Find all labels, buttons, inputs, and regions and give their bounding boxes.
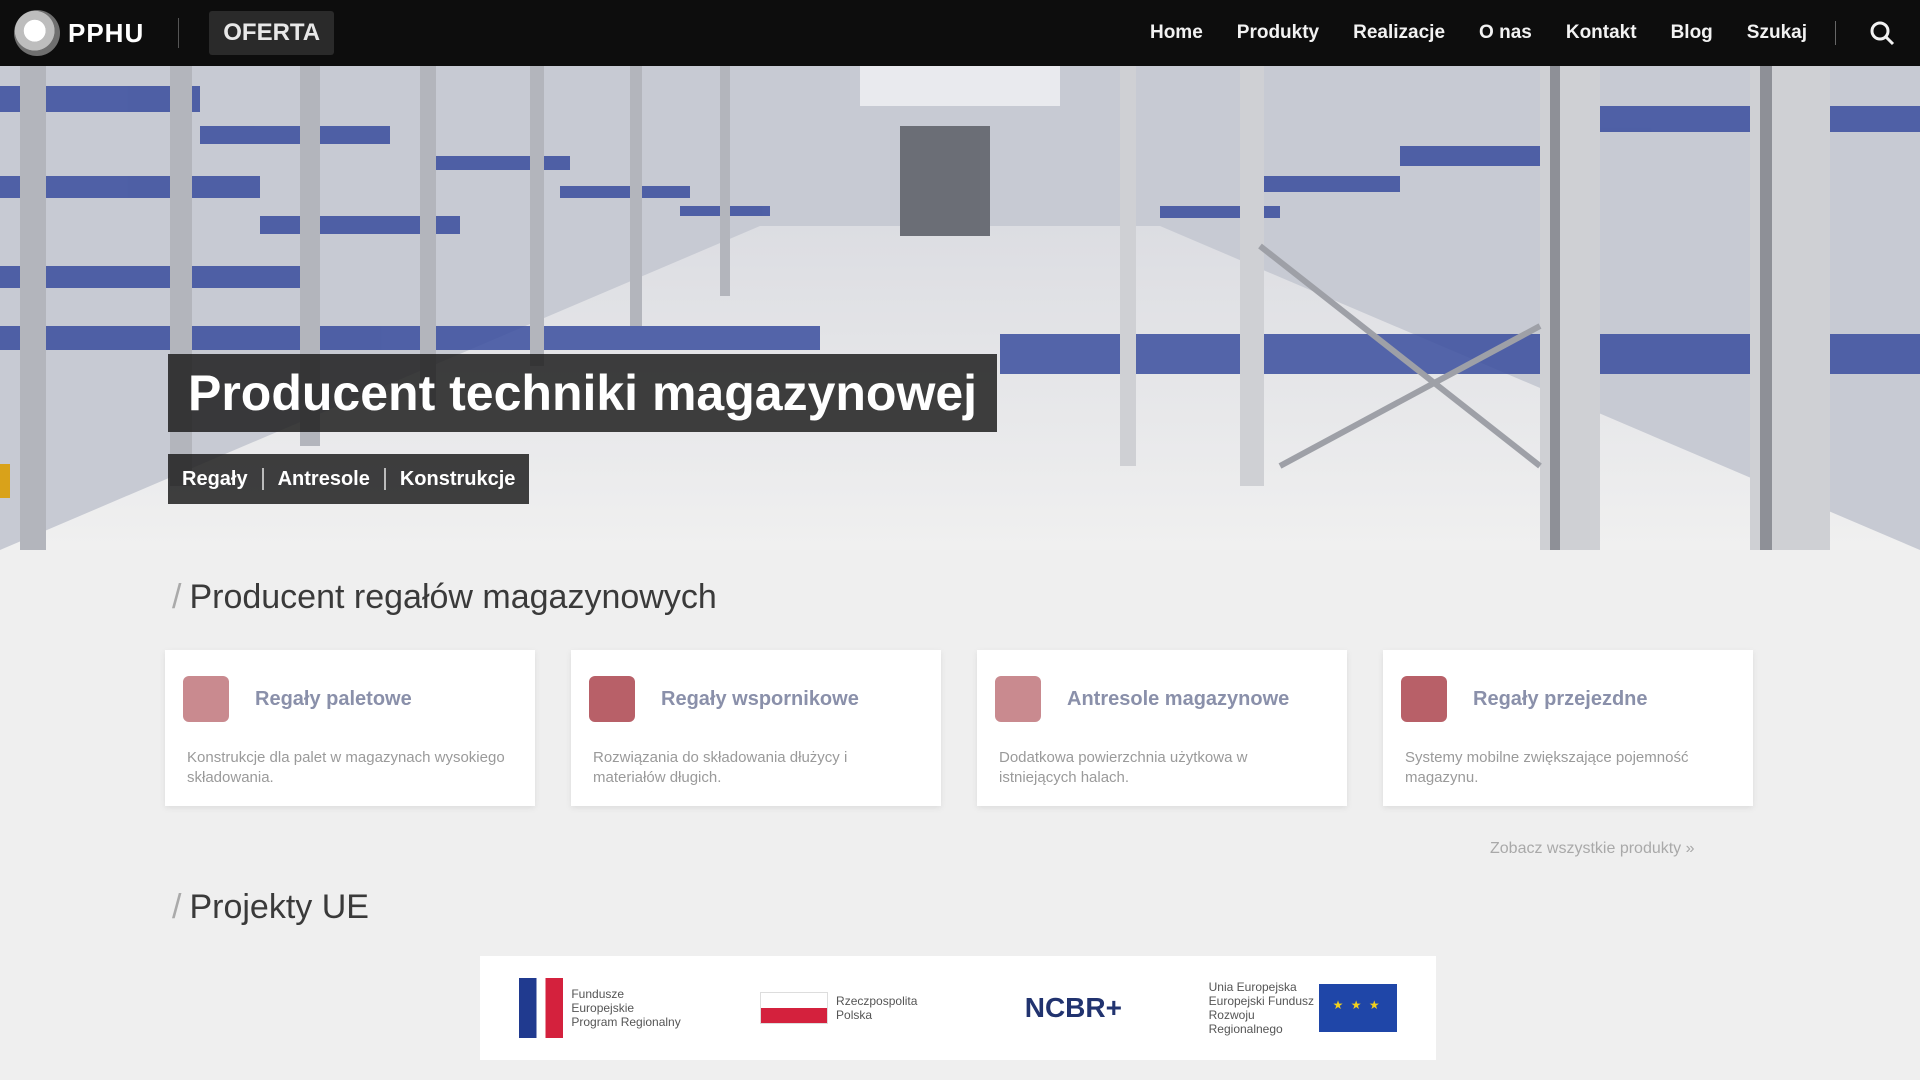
hero-tags: Regały Antresole Konstrukcje xyxy=(168,454,530,504)
section-title-prefix: / xyxy=(172,578,182,616)
hero-title: Producent techniki magazynowej xyxy=(168,354,998,432)
product-cards: Regały paletowe Konstrukcje dla palet w … xyxy=(165,650,1753,806)
hero-tag-divider xyxy=(261,468,264,490)
eu-logo-caption: Unia Europejska Europejski Fundusz Rozwo… xyxy=(1208,980,1315,1036)
product-card-title[interactable]: Regały wspornikowe xyxy=(661,688,859,711)
product-card-description: Dodatkowa powierzchnia użytkowa w istnie… xyxy=(999,749,1248,786)
section-title-prefix: / xyxy=(172,888,182,926)
product-card-description: Konstrukcje dla palet w magazynach wysok… xyxy=(187,749,505,786)
hero-tag[interactable]: Regały xyxy=(182,468,248,491)
european-funds-icon xyxy=(519,978,564,1038)
product-card[interactable]: Antresole magazynowe Dodatkowa powierzch… xyxy=(977,650,1347,806)
nav-item-products[interactable]: Produkty xyxy=(1237,22,1319,44)
pallet-rack-icon xyxy=(183,676,229,722)
nav-item-home[interactable]: Home xyxy=(1150,22,1203,44)
product-card-description: Rozwiązania do składowania dłużycy i mat… xyxy=(593,749,848,786)
polish-flag-icon xyxy=(760,992,829,1024)
logo-mark-icon xyxy=(14,10,60,56)
brand-divider xyxy=(178,18,180,48)
eu-logo-caption: Rzeczpospolita Polska xyxy=(836,994,918,1022)
mobile-rack-icon xyxy=(1401,676,1447,722)
nav-item-blog[interactable]: Blog xyxy=(1671,22,1713,44)
nav-item-contact[interactable]: Kontakt xyxy=(1566,22,1637,44)
eu-funding-logos: Fundusze Europejskie Program Regionalny … xyxy=(480,956,1436,1060)
products-section-title-text: Producent regałów magazynowych xyxy=(189,578,717,616)
eu-logo-ncbr[interactable]: NCBR+ xyxy=(1025,992,1122,1024)
nav-item-about[interactable]: O nas xyxy=(1479,22,1532,44)
product-card[interactable]: Regały paletowe Konstrukcje dla palet w … xyxy=(165,650,535,806)
eu-logo-union[interactable]: Unia Europejska Europejski Fundusz Rozwo… xyxy=(1201,980,1397,1036)
brand[interactable]: PPHU xyxy=(14,10,144,56)
nav-divider xyxy=(1835,21,1836,45)
products-section-title: / Producent regałów magazynowych xyxy=(172,578,717,617)
product-card[interactable]: Regały przejezdne Systemy mobilne zwięks… xyxy=(1383,650,1753,806)
product-card[interactable]: Regały wspornikowe Rozwiązania do składo… xyxy=(571,650,941,806)
eu-logo-fundusze[interactable]: Fundusze Europejskie Program Regionalny xyxy=(519,978,681,1038)
logo-text: PPHU xyxy=(68,17,145,48)
eu-section-title-text: Projekty UE xyxy=(189,888,369,926)
eu-logo-caption: Fundusze Europejskie Program Regionalny xyxy=(571,987,681,1029)
product-card-title[interactable]: Antresole magazynowe xyxy=(1067,688,1289,711)
nav-item-search[interactable]: Szukaj xyxy=(1747,22,1807,44)
eu-flag-icon xyxy=(1318,984,1397,1032)
top-navigation-bar: PPHU OFERTA Home Produkty Realizacje O n… xyxy=(0,0,1920,66)
hero-banner: Producent techniki magazynowej Regały An… xyxy=(0,66,1920,550)
cantilever-rack-icon xyxy=(589,676,635,722)
product-card-title[interactable]: Regały przejezdne xyxy=(1473,688,1648,711)
eu-section-title: / Projekty UE xyxy=(172,888,369,927)
nav-item-projects[interactable]: Realizacje xyxy=(1353,22,1445,44)
eu-logo-poland[interactable]: Rzeczpospolita Polska xyxy=(760,992,946,1024)
product-card-description: Systemy mobilne zwiększające pojemność m… xyxy=(1405,749,1689,786)
all-products-link[interactable]: Zobacz wszystkie produkty » xyxy=(1490,840,1695,858)
hero-tag[interactable]: Antresole xyxy=(278,468,370,491)
search-icon[interactable] xyxy=(1862,13,1902,53)
hero-accent-marker xyxy=(0,464,10,498)
mezzanine-icon xyxy=(995,676,1041,722)
offer-badge[interactable]: OFERTA xyxy=(209,11,335,55)
hero-tag[interactable]: Konstrukcje xyxy=(400,468,516,491)
ncbr-logo: NCBR+ xyxy=(1024,992,1122,1023)
main-nav: Home Produkty Realizacje O nas Kontakt B… xyxy=(1150,0,1920,66)
hero-tag-divider xyxy=(383,468,386,490)
product-card-title[interactable]: Regały paletowe xyxy=(255,688,412,711)
